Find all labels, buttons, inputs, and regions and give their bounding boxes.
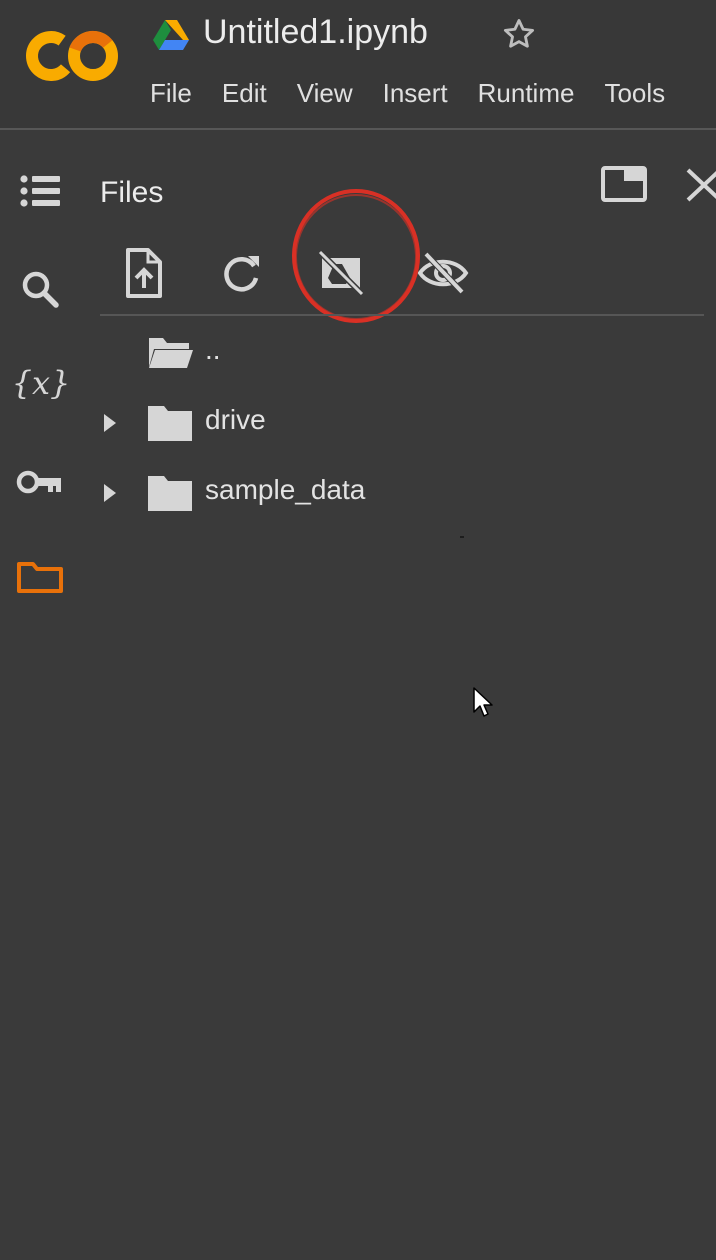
menu-runtime[interactable]: Runtime (478, 78, 575, 114)
expand-arrow-icon[interactable] (98, 410, 122, 436)
files-panel-title: Files (100, 176, 164, 209)
expand-arrow-icon[interactable] (98, 480, 122, 506)
folder-icon (148, 406, 192, 441)
google-drive-icon (153, 20, 189, 50)
open-folder-icon (149, 338, 193, 368)
star-icon[interactable] (500, 15, 538, 53)
top-bar: Untitled1.ipynb File Edit View Insert Ru… (0, 0, 716, 130)
toolbar-divider (100, 314, 704, 316)
key-icon[interactable] (14, 454, 68, 508)
open-in-tab-icon[interactable] (600, 164, 648, 204)
tree-row-label: sample_data (205, 474, 366, 505)
colab-logo[interactable] (24, 26, 120, 86)
speck (460, 536, 464, 538)
menu-bar: File Edit View Insert Runtime Tools (150, 78, 695, 114)
mouse-cursor-icon (473, 687, 493, 717)
refresh-icon[interactable] (214, 246, 268, 300)
menu-edit[interactable]: Edit (222, 78, 267, 114)
tree-row-sample-data[interactable]: sample_data (96, 468, 696, 518)
close-icon[interactable] (684, 166, 716, 202)
folder-icon (148, 476, 192, 511)
tree-row-parent[interactable]: .. (96, 328, 696, 378)
table-of-contents-icon[interactable] (14, 164, 68, 218)
tree-row-label: drive (205, 404, 266, 435)
menu-tools[interactable]: Tools (604, 78, 665, 114)
highlight-circle-annotation (292, 189, 420, 323)
search-icon[interactable] (14, 262, 68, 316)
svg-text:{x}: {x} (14, 364, 68, 402)
menu-view[interactable]: View (297, 78, 353, 114)
tree-row-label: .. (205, 334, 221, 365)
menu-insert[interactable]: Insert (383, 78, 448, 114)
menu-file[interactable]: File (150, 78, 192, 114)
variables-icon[interactable]: {x} (14, 356, 68, 410)
notebook-title[interactable]: Untitled1.ipynb (203, 13, 428, 52)
upload-file-icon[interactable] (116, 246, 170, 300)
sidebar-rail: {x} (0, 132, 82, 1260)
folder-icon[interactable] (14, 550, 68, 604)
tree-row-drive[interactable]: drive (96, 398, 696, 448)
